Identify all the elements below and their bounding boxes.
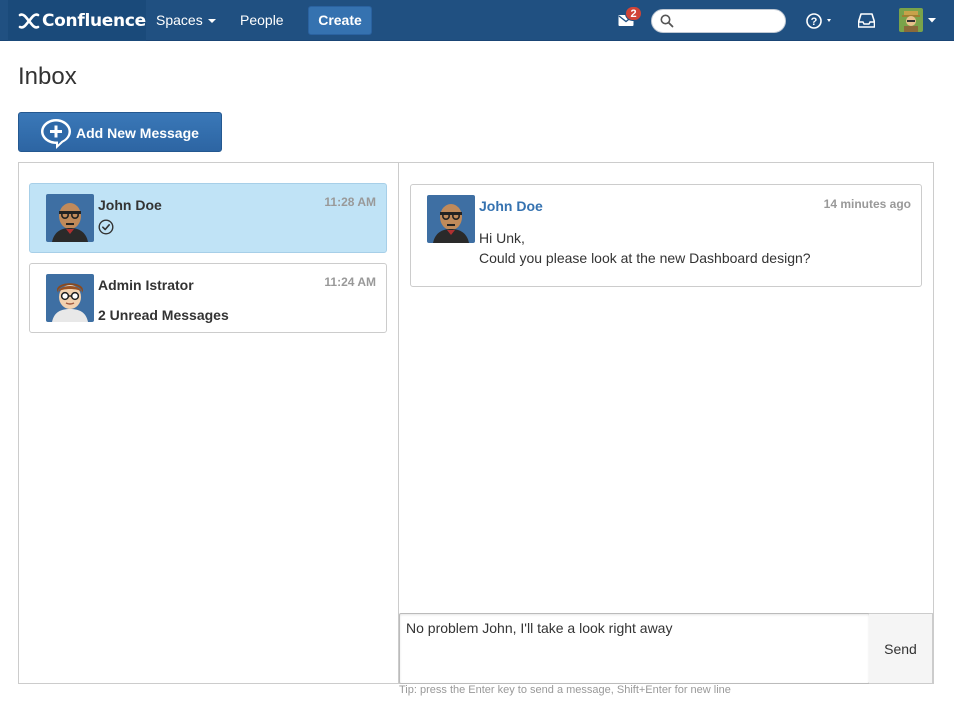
john-doe-avatar-icon (427, 195, 475, 243)
user-avatar[interactable] (899, 8, 923, 32)
chevron-down-icon[interactable] (928, 18, 936, 23)
conversation-item-john-doe[interactable]: John Doe 11:28 AM (29, 183, 387, 253)
read-check-icon (98, 219, 114, 235)
workbox-tray-icon[interactable] (858, 13, 875, 28)
admin-istrator-avatar-icon (46, 274, 94, 322)
conversation-item-admin-istrator[interactable]: Admin Istrator 11:24 AM 2 Unread Message… (29, 263, 387, 333)
conversation-time: 11:24 AM (324, 275, 376, 289)
create-button[interactable]: Create (308, 6, 372, 35)
message-input[interactable]: No problem John, I'll take a look right … (399, 613, 870, 684)
search-input[interactable] (651, 9, 786, 33)
unread-count: 2 Unread Messages (98, 307, 229, 323)
inbox-panel: John Doe 11:28 AM Admin Istrator 11:24 A… (18, 162, 934, 684)
user-avatar-icon (899, 8, 923, 32)
svg-text:?: ? (811, 16, 818, 28)
message-line: Hi Unk, (479, 230, 525, 246)
message-line: Could you please look at the new Dashboa… (479, 250, 811, 266)
spaces-label: Spaces (156, 12, 203, 28)
send-button[interactable]: Send (869, 613, 933, 684)
help-icon[interactable]: ? (806, 12, 836, 30)
notification-count-badge: 2 (625, 6, 642, 21)
logo-text: Confluence (42, 10, 146, 31)
top-navigation-bar: Confluence Spaces People Create 2 ? (0, 0, 954, 41)
add-new-message-label: Add New Message (76, 125, 199, 141)
avatar (46, 194, 94, 242)
spaces-menu[interactable]: Spaces (156, 0, 216, 41)
add-message-icon (41, 119, 71, 149)
conversation-name: Admin Istrator (98, 277, 194, 293)
message-card: John Doe 14 minutes ago Hi Unk, Could yo… (410, 184, 922, 287)
search-icon (660, 14, 674, 28)
conversation-list: John Doe 11:28 AM Admin Istrator 11:24 A… (19, 163, 399, 683)
message-time: 14 minutes ago (823, 197, 911, 211)
compose-tip: Tip: press the Enter key to send a messa… (399, 684, 731, 696)
chevron-down-icon (207, 19, 216, 24)
add-new-message-button[interactable]: Add New Message (18, 112, 222, 152)
avatar (46, 274, 94, 322)
message-author-link[interactable]: John Doe (479, 198, 543, 214)
message-thread: John Doe 14 minutes ago Hi Unk, Could yo… (399, 163, 933, 684)
conversation-time: 11:28 AM (324, 195, 376, 209)
avatar (427, 195, 475, 243)
page-title: Inbox (18, 63, 77, 90)
conversation-name: John Doe (98, 197, 162, 213)
confluence-logo-icon (18, 12, 40, 29)
message-body: Hi Unk, Could you please look at the new… (479, 228, 811, 268)
john-doe-avatar-icon (46, 194, 94, 242)
compose-area: No problem John, I'll take a look right … (399, 613, 933, 684)
people-link[interactable]: People (240, 0, 284, 41)
confluence-logo[interactable]: Confluence (8, 0, 146, 41)
